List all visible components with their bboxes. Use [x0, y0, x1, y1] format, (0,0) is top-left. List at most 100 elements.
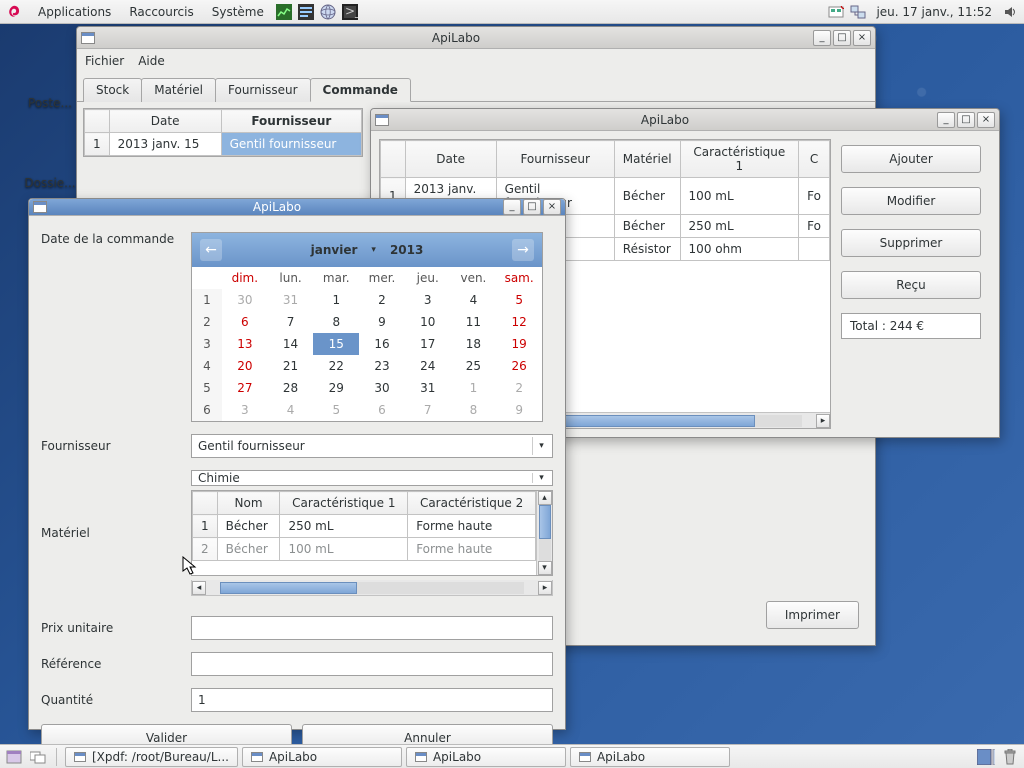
cal-day[interactable]: 12 — [496, 311, 542, 333]
cal-day[interactable]: 26 — [496, 355, 542, 377]
cal-day[interactable]: 6 — [359, 399, 405, 421]
cal-day[interactable]: 8 — [451, 399, 497, 421]
window-list-icon[interactable] — [29, 748, 47, 766]
cal-day[interactable]: 31 — [405, 377, 451, 399]
task-apilabo-2[interactable]: ApiLabo — [406, 747, 566, 767]
close-button[interactable]: × — [543, 199, 561, 215]
chevron-down-icon[interactable]: ▾ — [532, 437, 550, 455]
clock[interactable]: jeu. 17 janv., 11:52 — [870, 5, 998, 19]
titlebar-form[interactable]: ApiLabo _ □ × — [29, 199, 565, 216]
show-desktop-icon[interactable] — [5, 748, 23, 766]
cal-day[interactable]: 16 — [359, 333, 405, 355]
cal-day[interactable]: 3 — [222, 399, 268, 421]
trash-icon[interactable] — [1001, 748, 1019, 766]
cal-day[interactable]: 11 — [451, 311, 497, 333]
add-button[interactable]: Ajouter — [841, 145, 981, 173]
menu-applications[interactable]: Applications — [30, 2, 119, 22]
table-row[interactable]: 1Bécher250 mLForme haute — [193, 515, 536, 538]
tab-fournisseur[interactable]: Fournisseur — [215, 78, 311, 102]
col-date[interactable]: Date — [405, 141, 496, 178]
volume-icon[interactable] — [1001, 3, 1019, 21]
menu-shortcuts[interactable]: Raccourcis — [121, 2, 201, 22]
cal-day[interactable]: 9 — [496, 399, 542, 421]
cal-day[interactable]: 13 — [222, 333, 268, 355]
cal-day[interactable]: 4 — [268, 399, 314, 421]
delete-button[interactable]: Supprimer — [841, 229, 981, 257]
maximize-button[interactable]: □ — [523, 199, 541, 215]
cal-day[interactable]: 7 — [405, 399, 451, 421]
cal-day[interactable]: 2 — [496, 377, 542, 399]
table-row[interactable]: 1 2013 janv. 15 Gentil fournisseur — [85, 133, 362, 156]
desktop-icon-computer[interactable]: Poste... — [18, 96, 82, 110]
cal-day[interactable]: 6 — [222, 311, 268, 333]
menu-help[interactable]: Aide — [138, 54, 165, 68]
close-button[interactable]: × — [977, 112, 995, 128]
task-xpdf[interactable]: [Xpdf: /root/Bureau/L... — [65, 747, 238, 767]
cal-next[interactable]: → — [512, 239, 534, 261]
minimize-button[interactable]: _ — [813, 30, 831, 46]
cal-day[interactable]: 21 — [268, 355, 314, 377]
materiel-combo[interactable]: Chimie▾ — [191, 470, 553, 486]
cal-day[interactable]: 1 — [313, 289, 359, 311]
quantite-input[interactable] — [191, 688, 553, 712]
applet-icon-4[interactable]: >_ — [341, 3, 359, 21]
cal-day[interactable]: 1 — [451, 377, 497, 399]
applet-icon-3[interactable] — [319, 3, 337, 21]
task-apilabo-3[interactable]: ApiLabo — [570, 747, 730, 767]
chevron-down-icon[interactable]: ▾ — [532, 473, 550, 483]
col-carac1[interactable]: Caractéristique 1 — [680, 141, 799, 178]
minimize-button[interactable]: _ — [503, 199, 521, 215]
cal-day[interactable]: 31 — [268, 289, 314, 311]
cal-day[interactable]: 20 — [222, 355, 268, 377]
maximize-button[interactable]: □ — [957, 112, 975, 128]
applet-icon-1[interactable] — [275, 3, 293, 21]
workspace-switcher[interactable] — [977, 748, 995, 766]
desktop-icon-folder[interactable]: Dossie... — [18, 176, 82, 190]
prix-input[interactable] — [191, 616, 553, 640]
menu-file[interactable]: Fichier — [85, 54, 124, 68]
received-button[interactable]: Reçu — [841, 271, 981, 299]
cal-day[interactable]: 24 — [405, 355, 451, 377]
table-row[interactable]: 2Bécher100 mLForme haute — [193, 538, 536, 561]
maximize-button[interactable]: □ — [833, 30, 851, 46]
print-button[interactable]: Imprimer — [766, 601, 859, 629]
cal-day[interactable]: 25 — [451, 355, 497, 377]
task-apilabo-1[interactable]: ApiLabo — [242, 747, 402, 767]
col-date[interactable]: Date — [109, 110, 221, 133]
cal-day[interactable]: 22 — [313, 355, 359, 377]
cal-day[interactable]: 9 — [359, 311, 405, 333]
col-c[interactable]: C — [799, 141, 830, 178]
tray-icon-1[interactable]: e — [827, 3, 845, 21]
tab-commande[interactable]: Commande — [310, 78, 411, 102]
cal-day[interactable]: 2 — [359, 289, 405, 311]
cal-day[interactable]: 27 — [222, 377, 268, 399]
cal-day[interactable]: 8 — [313, 311, 359, 333]
minimize-button[interactable]: _ — [937, 112, 955, 128]
titlebar-detail[interactable]: ApiLabo _ □ × — [371, 109, 999, 131]
cal-day[interactable]: 5 — [313, 399, 359, 421]
tab-materiel[interactable]: Matériel — [141, 78, 216, 102]
reference-input[interactable] — [191, 652, 553, 676]
cal-day[interactable]: 4 — [451, 289, 497, 311]
vscrollbar[interactable]: ▴▾ — [536, 491, 552, 575]
cal-day[interactable]: 10 — [405, 311, 451, 333]
cal-day[interactable]: 14 — [268, 333, 314, 355]
col-materiel[interactable]: Matériel — [614, 141, 680, 178]
cal-day[interactable]: 5 — [496, 289, 542, 311]
cal-day[interactable]: 15 — [313, 333, 359, 355]
cal-day[interactable]: 30 — [359, 377, 405, 399]
col-fournisseur[interactable]: Fournisseur — [221, 110, 361, 133]
cal-day[interactable]: 7 — [268, 311, 314, 333]
cal-day[interactable]: 29 — [313, 377, 359, 399]
modify-button[interactable]: Modifier — [841, 187, 981, 215]
cal-day[interactable]: 17 — [405, 333, 451, 355]
commande-table[interactable]: Date Fournisseur 1 2013 janv. 15 Gentil … — [84, 109, 362, 156]
calendar[interactable]: ←janvier▾2013→dim.lun.mar.mer.jeu.ven.sa… — [191, 232, 543, 422]
network-icon[interactable] — [849, 3, 867, 21]
hscrollbar[interactable]: ◂▸ — [191, 580, 553, 596]
cal-day[interactable]: 18 — [451, 333, 497, 355]
close-button[interactable]: × — [853, 30, 871, 46]
cal-day[interactable]: 30 — [222, 289, 268, 311]
col-fournisseur[interactable]: Fournisseur — [496, 141, 614, 178]
cal-day[interactable]: 23 — [359, 355, 405, 377]
